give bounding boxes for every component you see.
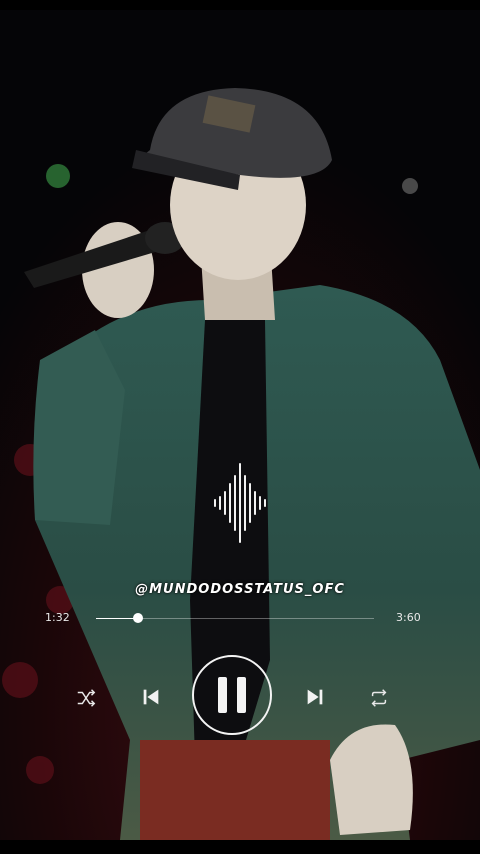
pause-button[interactable] <box>192 655 272 735</box>
previous-button[interactable] <box>138 684 164 710</box>
pause-icon <box>218 677 246 713</box>
repeat-button[interactable] <box>366 685 392 711</box>
progress-slider[interactable] <box>96 613 374 623</box>
shuffle-button[interactable] <box>73 685 99 711</box>
progress-fill <box>96 618 138 619</box>
repeat-icon <box>371 689 387 707</box>
progress-thumb[interactable] <box>132 613 143 623</box>
watermark-label: @MUNDODOSSTATUS_OFC <box>135 582 345 597</box>
shuffle-icon <box>77 689 96 707</box>
skip-previous-icon <box>143 689 159 705</box>
elapsed-time: 1:32 <box>45 611 70 624</box>
next-button[interactable] <box>302 684 328 710</box>
audio-waveform-icon <box>205 458 275 548</box>
total-time: 3:60 <box>396 611 421 624</box>
skip-next-icon <box>307 689 323 705</box>
